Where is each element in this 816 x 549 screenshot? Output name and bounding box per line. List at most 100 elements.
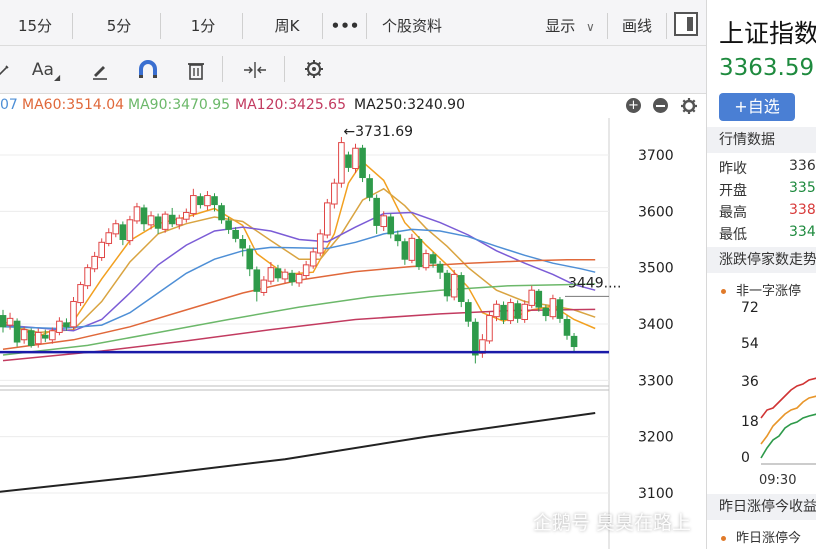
candle-up	[281, 268, 289, 284]
candle-down	[457, 272, 465, 308]
ma60-legend: MA60:3514.04	[22, 97, 125, 113]
high-price-label: ←3731.69	[343, 124, 413, 140]
candle-body	[324, 202, 331, 236]
draw-line-button[interactable]: 画线	[612, 0, 662, 46]
candle-up	[549, 294, 557, 320]
candle-up	[302, 260, 310, 279]
candle-body	[197, 196, 204, 206]
candle-body	[218, 205, 225, 221]
tab-15min[interactable]: 15分	[0, 0, 70, 46]
candle-down	[345, 151, 352, 172]
candle-body	[34, 331, 42, 345]
zoom-in-icon[interactable]: +	[626, 98, 641, 113]
candle-up	[352, 143, 359, 174]
tab-divider	[160, 13, 161, 39]
period-tab-bar: 15分 5分 1分 周K ••• 个股资料 显示 ∨ 画线	[0, 0, 706, 46]
candlestick-chart[interactable]: ←3731.69 3449.... 3700 3600 3500 3400 3300 32…	[0, 118, 706, 549]
quote-key: 最高	[719, 205, 747, 221]
candle-body	[20, 329, 28, 341]
tab-divider	[242, 13, 243, 39]
tab-divider	[322, 13, 323, 39]
non-yizi-series-line	[760, 395, 816, 445]
candle-body	[338, 142, 345, 184]
candle-down	[154, 213, 162, 234]
candle-up	[507, 298, 514, 324]
candle-body	[140, 207, 148, 225]
tool-divider	[222, 56, 223, 82]
candle-body	[542, 307, 550, 317]
candle-up	[450, 269, 458, 301]
candle-down	[288, 269, 296, 286]
candle-body	[204, 195, 211, 207]
pan-icon[interactable]	[240, 56, 270, 84]
tab-divider	[366, 13, 367, 39]
candle-body	[154, 216, 162, 229]
candle-body	[119, 224, 127, 240]
settings-gear-icon[interactable]	[300, 56, 330, 84]
candle-body	[49, 330, 56, 341]
candle-up	[486, 311, 493, 344]
display-dropdown[interactable]: 显示 ∨	[532, 0, 608, 46]
candle-body	[366, 178, 373, 198]
pen-tool-icon[interactable]	[0, 56, 14, 84]
tab-weekly-k[interactable]: 周K	[252, 0, 322, 46]
candle-up	[133, 202, 141, 224]
candle-body	[168, 214, 176, 225]
yesterday-limit-header: 昨日涨停今收益	[707, 494, 816, 520]
zoom-out-icon[interactable]	[653, 98, 668, 113]
candle-body	[507, 302, 514, 322]
candle-body	[380, 215, 387, 228]
y-tick-label: 3600	[638, 204, 674, 220]
tab-1min[interactable]: 1分	[168, 0, 238, 46]
tab-divider	[666, 13, 667, 39]
more-tabs-button[interactable]: •••	[326, 0, 364, 46]
candle-up	[331, 178, 338, 209]
add-watchlist-button[interactable]: +自选	[719, 93, 795, 121]
candle-up	[204, 191, 211, 211]
candle-body	[528, 289, 536, 306]
trash-icon[interactable]	[182, 56, 210, 84]
candle-body	[105, 232, 113, 244]
candle-down	[570, 333, 578, 352]
drawing-toolbar: Aa ◢	[0, 46, 706, 94]
tab-stock-info[interactable]: 个股资料	[372, 0, 452, 46]
candle-body	[563, 318, 571, 336]
pencil-icon[interactable]	[86, 56, 114, 84]
candle-down	[387, 213, 395, 239]
candle-body	[246, 248, 254, 270]
candle-up	[105, 228, 113, 247]
tool-divider	[284, 56, 285, 82]
candle-body	[232, 229, 239, 239]
candle-down	[563, 315, 571, 340]
candle-body	[211, 196, 218, 206]
sidebar-toggle-icon[interactable]	[674, 12, 698, 36]
watermark: 企鹅号 臭臭在路上	[533, 512, 692, 534]
candle-up	[260, 276, 268, 296]
y-tick-label: 3400	[638, 317, 674, 333]
candle-up	[77, 281, 84, 306]
ma120-legend: MA120:3425.65	[235, 97, 346, 113]
candle-down	[394, 230, 402, 247]
candle-body	[408, 237, 416, 261]
candle-body	[345, 154, 352, 168]
mini-time-label: 09:30	[759, 473, 796, 488]
candle-down	[359, 144, 366, 183]
candle-body	[394, 234, 402, 242]
tab-5min[interactable]: 5分	[84, 0, 154, 46]
candle-up	[56, 317, 63, 336]
tab-divider	[72, 13, 73, 39]
candle-down	[436, 260, 444, 279]
font-tool-button[interactable]: Aa ◢	[28, 56, 64, 84]
candle-body	[316, 233, 324, 254]
candle-body	[514, 303, 521, 319]
mini-y-tick-label: 0	[741, 450, 750, 466]
candle-body	[549, 298, 557, 318]
candle-body	[521, 303, 529, 320]
candle-up	[422, 249, 430, 271]
chart-settings-gear-icon[interactable]	[680, 97, 698, 115]
candle-body	[112, 223, 120, 235]
high-arrow-icon: ←	[343, 124, 355, 140]
candle-body	[331, 182, 338, 205]
candle-body	[486, 315, 493, 342]
magnet-icon[interactable]	[134, 56, 162, 84]
